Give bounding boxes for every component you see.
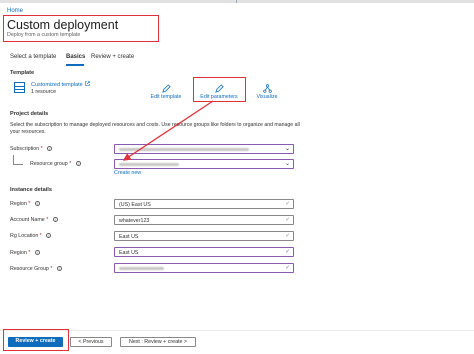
check-icon: ✓	[285, 232, 290, 239]
page-title: Custom deployment	[7, 18, 119, 32]
check-icon: ✓	[285, 248, 290, 255]
more-options-button[interactable]: ···	[108, 19, 119, 28]
resource-count: 1 resource	[31, 89, 57, 95]
required-mark: *	[69, 161, 72, 167]
required-mark: *	[28, 201, 31, 207]
edit-parameters-highlight-box	[193, 77, 246, 102]
visualize-button[interactable]: Visualize	[247, 84, 287, 100]
resource-group-label: Resource group * i	[30, 161, 81, 167]
subscription-dropdown[interactable]: ⌄	[114, 144, 294, 154]
check-icon: ✓	[285, 264, 290, 271]
subscription-value-redacted	[119, 148, 249, 151]
active-tab-indicator	[66, 64, 84, 66]
required-mark: *	[46, 217, 49, 223]
customized-template-link[interactable]: Customized template	[31, 81, 91, 88]
account-name-input[interactable]: whatever123 ✓	[114, 215, 294, 225]
footer-divider	[0, 330, 474, 331]
edit-template-label: Edit template	[150, 94, 182, 100]
chevron-down-icon: ⌄	[284, 146, 290, 152]
required-mark: *	[40, 146, 43, 152]
resource-group-instance-label: Resource Group * i	[10, 266, 62, 272]
instance-details-heading: Instance details	[10, 187, 52, 193]
check-icon: ✓	[285, 200, 290, 207]
info-icon[interactable]: i	[47, 146, 53, 151]
visualize-icon	[262, 84, 272, 93]
subscription-label: Subscription * i	[10, 146, 53, 152]
previous-button[interactable]: < Previous	[70, 337, 112, 347]
info-icon[interactable]: i	[52, 217, 58, 222]
rg-location-label: Rg Location * i	[10, 233, 52, 239]
account-name-label: Account Name * i	[10, 217, 58, 223]
edit-template-button[interactable]: Edit template	[146, 84, 186, 100]
tab-basics[interactable]: Basics	[66, 54, 85, 60]
required-mark: *	[39, 233, 42, 239]
required-mark: *	[28, 250, 31, 256]
project-details-description: Select the subscription to manage deploy…	[10, 122, 300, 135]
next-button[interactable]: Next : Review + create >	[120, 337, 196, 347]
resource-group-instance-value-redacted	[119, 267, 164, 270]
required-mark: *	[50, 266, 53, 272]
page-subtitle: Deploy from a custom template	[7, 32, 81, 38]
rg-location-input[interactable]: East US ✓	[114, 231, 294, 241]
tree-connector	[13, 155, 14, 164]
region2-label: Region * i	[10, 250, 40, 256]
breadcrumb-home[interactable]: Home	[7, 8, 23, 14]
visualize-label: Visualize	[256, 94, 278, 100]
region2-input[interactable]: East US ✓	[114, 247, 294, 257]
resource-group-dropdown[interactable]: ⌄	[114, 159, 294, 169]
info-icon[interactable]: i	[46, 233, 52, 238]
info-icon[interactable]: i	[75, 161, 81, 166]
customized-template-label: Customized template	[31, 82, 83, 88]
info-icon[interactable]: i	[34, 250, 40, 255]
tree-connector	[13, 164, 23, 165]
info-icon[interactable]: i	[34, 201, 40, 206]
tab-select-template[interactable]: Select a template	[10, 54, 56, 60]
external-link-icon	[85, 81, 91, 88]
review-create-button[interactable]: Review + create	[8, 337, 63, 347]
chevron-down-icon: ⌄	[284, 161, 290, 167]
top-bar	[0, 0, 474, 3]
resource-group-value-redacted	[119, 163, 179, 166]
template-icon	[14, 82, 25, 93]
create-new-link[interactable]: Create new	[114, 170, 141, 176]
resource-group-input[interactable]: ✓	[114, 263, 294, 273]
pencil-icon	[161, 84, 171, 93]
check-icon: ✓	[285, 216, 290, 223]
info-icon[interactable]: i	[56, 266, 62, 271]
tab-review-create[interactable]: Review + create	[91, 54, 134, 60]
template-heading: Template	[10, 70, 35, 76]
region-label: Region * i	[10, 201, 40, 207]
top-bar-separator	[236, 0, 237, 3]
region-input[interactable]: (US) East US ✓	[114, 199, 294, 209]
project-details-heading: Project details	[10, 111, 49, 117]
